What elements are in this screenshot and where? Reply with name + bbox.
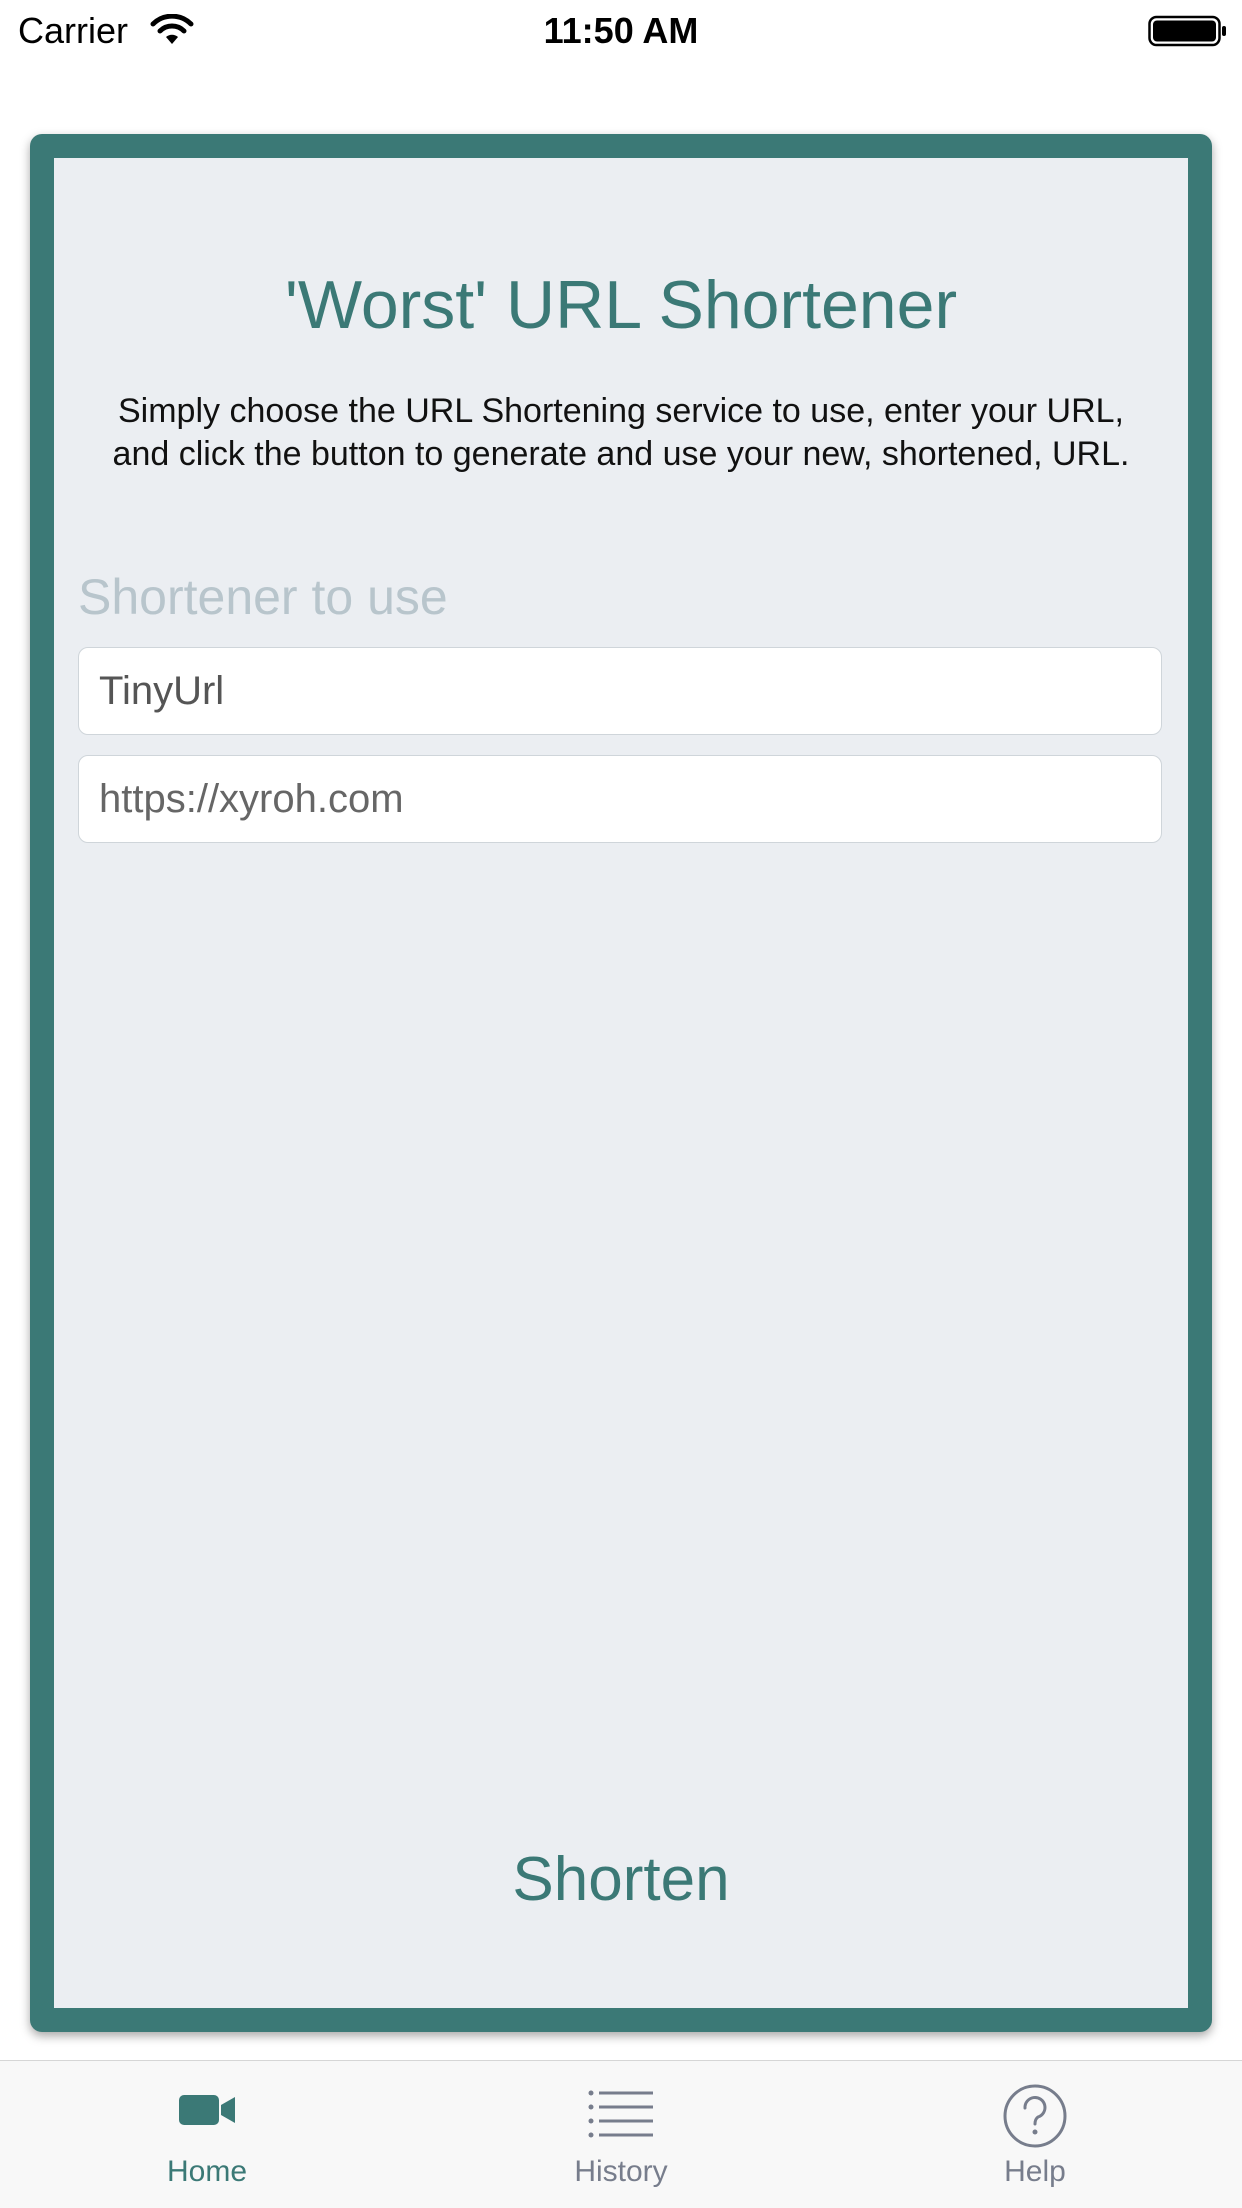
main-card: 'Worst' URL Shortener Simply choose the …	[30, 134, 1212, 2032]
shorten-button[interactable]: Shorten	[54, 1843, 1188, 1916]
tab-history-label: History	[574, 2155, 668, 2188]
description-text: Simply choose the URL Shortening service…	[112, 392, 1130, 473]
url-input[interactable]	[78, 755, 1162, 843]
video-camera-icon	[179, 2095, 235, 2125]
tab-history[interactable]: History	[414, 2061, 828, 2208]
help-icon	[1003, 2084, 1067, 2148]
tab-bar: Home History Help	[0, 2060, 1242, 2208]
page-title: 'Worst' URL Shortener	[284, 267, 958, 343]
tab-home-label: Home	[166, 2155, 248, 2188]
tab-help[interactable]: Help	[828, 2061, 1242, 2208]
list-icon	[588, 2090, 653, 2138]
app-screen: Carrier 11:50 AM 'Worst' URL Shortener S…	[0, 0, 1242, 2208]
battery-icon	[1148, 15, 1226, 47]
shortener-label: Shortener to use	[78, 569, 448, 625]
shortener-picker[interactable]	[78, 647, 1162, 735]
clock: 11:50 AM	[543, 10, 699, 51]
status-bar: Carrier 11:50 AM	[0, 0, 1242, 62]
tab-help-label: Help	[1004, 2155, 1066, 2188]
tab-home[interactable]: Home	[0, 2061, 414, 2208]
card-content: 'Worst' URL Shortener Simply choose the …	[54, 158, 1188, 2008]
